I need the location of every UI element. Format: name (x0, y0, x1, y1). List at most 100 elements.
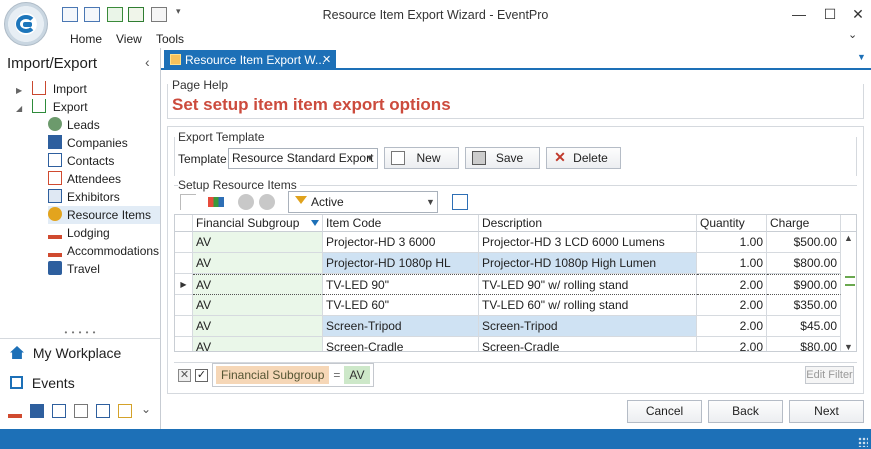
move-up-icon[interactable] (238, 194, 254, 210)
bed-icon[interactable] (8, 404, 22, 418)
tree-item-import[interactable]: ▶ Import (16, 80, 87, 98)
table-row[interactable]: ▶ AV TV-LED 90" TV-LED 90" w/ rolling stand… (175, 274, 841, 295)
cell-financial-subgroup[interactable]: AV (193, 337, 323, 351)
cell-quantity[interactable]: 1.00 (697, 232, 767, 253)
delete-button[interactable]: ✕ Delete (546, 147, 621, 169)
table-row[interactable]: AV Projector-HD 1080p HL Projector-HD 1080… (175, 253, 841, 274)
column-header-description[interactable]: Description (479, 215, 697, 232)
column-header-charge[interactable]: Charge (767, 215, 841, 232)
cell-financial-subgroup[interactable]: AV (193, 232, 323, 253)
column-header-item-code[interactable]: Item Code (323, 215, 479, 232)
cell-charge[interactable]: $900.00 (767, 274, 841, 295)
cell-quantity[interactable]: 2.00 (697, 337, 767, 351)
tree-item-leads[interactable]: Leads (48, 116, 100, 134)
move-down-icon[interactable] (259, 194, 275, 210)
row-indicator[interactable] (175, 253, 193, 274)
cell-item-code[interactable]: Projector-HD 3 6000 (323, 232, 479, 253)
tree-item-resource-items[interactable]: Resource Items (48, 206, 160, 224)
cell-charge[interactable]: $500.00 (767, 232, 841, 253)
ribbon-collapse-icon[interactable]: ⌄ (848, 28, 857, 41)
edit-icon[interactable] (96, 404, 110, 418)
cell-description[interactable]: Projector-HD 1080p High Lumen (479, 253, 697, 274)
menu-home[interactable]: Home (70, 32, 102, 46)
close-tab-icon[interactable]: ✕ (322, 50, 331, 70)
cell-item-code[interactable]: TV-LED 60" (323, 295, 479, 316)
tree-item-export[interactable]: ◢ Export (16, 98, 88, 116)
row-indicator[interactable] (175, 295, 193, 316)
cell-financial-subgroup[interactable]: AV (193, 316, 323, 337)
cancel-button[interactable]: Cancel (627, 400, 702, 423)
chevron-down-icon[interactable]: ▼ (363, 149, 377, 168)
tree-item-exhibitors[interactable]: Exhibitors (48, 188, 120, 206)
menu-tools[interactable]: Tools (156, 32, 184, 46)
chevron-down-icon[interactable]: ▼ (424, 192, 437, 212)
table-row[interactable]: AV Screen-Cradle Screen-Cradle 2.00 $80.00 (175, 337, 841, 351)
column-header-financial-subgroup[interactable]: Financial Subgroup (193, 215, 323, 232)
cell-description[interactable]: TV-LED 90" w/ rolling stand (479, 274, 697, 295)
table-row[interactable]: AV Screen-Tripod Screen-Tripod 2.00 $45.00 (175, 316, 841, 337)
cell-quantity[interactable]: 2.00 (697, 295, 767, 316)
table-row[interactable]: AV Projector-HD 3 6000 Projector-HD 3 LCD … (175, 232, 841, 253)
clear-filter-button[interactable]: ✕ (178, 369, 191, 382)
tab-list-dropdown-icon[interactable]: ▼ (857, 52, 866, 62)
cell-quantity[interactable]: 2.00 (697, 274, 767, 295)
cell-item-code[interactable]: Screen-Tripod (323, 316, 479, 337)
tree-item-travel[interactable]: Travel (48, 260, 100, 278)
cell-item-code[interactable]: Screen-Cradle (323, 337, 479, 351)
filter-expression[interactable]: Financial Subgroup = AV (212, 363, 374, 387)
scroll-thumb[interactable] (845, 276, 855, 286)
cell-quantity[interactable]: 1.00 (697, 253, 767, 274)
resize-grip-icon[interactable] (858, 437, 868, 447)
new-button[interactable]: New (384, 147, 459, 169)
cell-charge[interactable]: $80.00 (767, 337, 841, 351)
find-icon[interactable] (452, 194, 468, 210)
cell-financial-subgroup[interactable]: AV (193, 274, 323, 295)
column-header-quantity[interactable]: Quantity (697, 215, 767, 232)
scroll-down-icon[interactable]: ▼ (844, 342, 853, 351)
filter-icon[interactable] (311, 220, 319, 226)
more-icon[interactable]: ⌄ (141, 402, 151, 416)
edit-filter-button[interactable]: Edit Filter (805, 366, 854, 384)
row-indicator[interactable] (175, 316, 193, 337)
cell-description[interactable]: TV-LED 60" w/ rolling stand (479, 295, 697, 316)
enable-filter-checkbox[interactable]: ✓ (195, 369, 208, 382)
cell-quantity[interactable]: 2.00 (697, 316, 767, 337)
scroll-up-icon[interactable]: ▲ (844, 233, 853, 243)
envelope-icon[interactable] (74, 404, 88, 418)
cell-charge[interactable]: $45.00 (767, 316, 841, 337)
next-button[interactable]: Next (789, 400, 864, 423)
cell-item-code[interactable]: Projector-HD 1080p HL (323, 253, 479, 274)
cell-financial-subgroup[interactable]: AV (193, 295, 323, 316)
tree-item-lodging[interactable]: Lodging (48, 224, 110, 242)
row-indicator[interactable] (175, 232, 193, 253)
maximize-button[interactable]: ☐ (818, 4, 842, 24)
clipboard-icon[interactable] (118, 404, 132, 418)
cell-description[interactable]: Screen-Tripod (479, 316, 697, 337)
tree-item-accommodations[interactable]: Accommodations (48, 242, 159, 260)
row-indicator[interactable]: ▶ (175, 274, 193, 295)
expand-icon[interactable]: ▶ (16, 86, 22, 95)
template-select[interactable]: Resource Standard Export ▼ (228, 148, 378, 169)
collapse-icon[interactable]: ◢ (16, 104, 22, 113)
nav-collapse-icon[interactable]: ‹ (145, 54, 150, 70)
back-button[interactable]: Back (708, 400, 783, 423)
contact-card-icon[interactable] (52, 404, 66, 418)
table-row[interactable]: AV TV-LED 60" TV-LED 60" w/ rolling stand 2… (175, 295, 841, 316)
cell-item-code[interactable]: TV-LED 90" (323, 274, 479, 295)
nav-events[interactable]: Events (10, 370, 75, 396)
row-indicator[interactable] (175, 337, 193, 351)
cell-charge[interactable]: $800.00 (767, 253, 841, 274)
cell-description[interactable]: Screen-Cradle (479, 337, 697, 351)
cell-description[interactable]: Projector-HD 3 LCD 6000 Lumens (479, 232, 697, 253)
resource-items-grid[interactable]: Financial Subgroup Item Code Description… (174, 214, 857, 352)
tab-resource-item-export[interactable]: Resource Item Export W... (164, 50, 336, 70)
column-chooser-icon[interactable] (208, 197, 224, 207)
expand-icon[interactable] (180, 194, 196, 210)
nav-my-workplace[interactable]: My Workplace (10, 340, 121, 366)
nav-splitter[interactable]: • • • • • (0, 329, 161, 338)
tree-item-contacts[interactable]: Contacts (48, 152, 114, 170)
cell-financial-subgroup[interactable]: AV (193, 253, 323, 274)
menu-view[interactable]: View (116, 32, 142, 46)
cell-charge[interactable]: $350.00 (767, 295, 841, 316)
close-button[interactable]: ✕ (846, 4, 870, 24)
